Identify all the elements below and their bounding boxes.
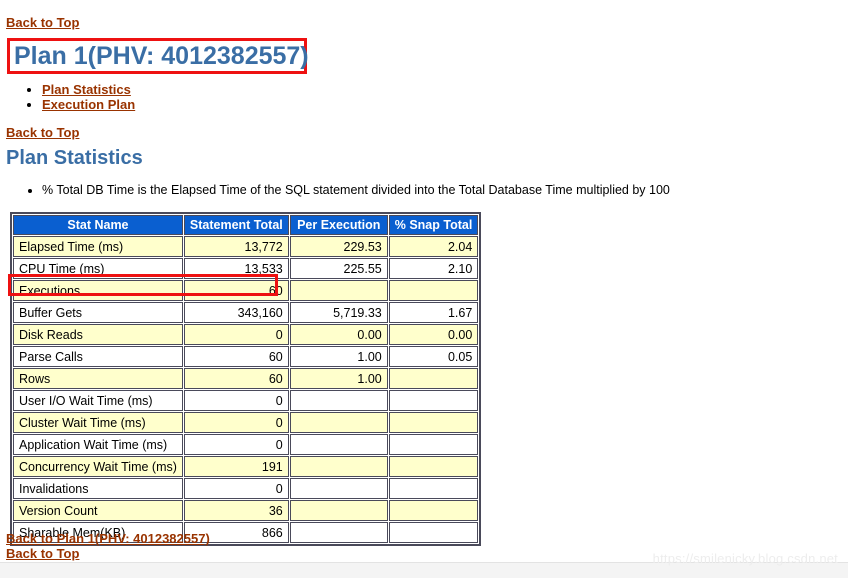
cell-statement-total: 60 bbox=[183, 368, 289, 389]
watermark-text: https://smilenicky.blog.csdn.net bbox=[652, 551, 838, 566]
cell-stat-name: Application Wait Time (ms) bbox=[13, 434, 183, 455]
cell-snap-total bbox=[388, 280, 479, 301]
cell-per-execution bbox=[289, 412, 388, 433]
cell-per-execution: 5,719.33 bbox=[289, 302, 388, 323]
table-row: Version Count 36 bbox=[13, 500, 479, 521]
column-header-stat-name: Stat Name bbox=[13, 215, 183, 235]
cell-per-execution: 225.55 bbox=[289, 258, 388, 279]
cell-per-execution: 1.00 bbox=[289, 368, 388, 389]
cell-statement-total: 0 bbox=[183, 434, 289, 455]
cell-snap-total: 0.05 bbox=[388, 346, 479, 367]
cell-stat-name: Version Count bbox=[13, 500, 183, 521]
table-header-row: Stat Name Statement Total Per Execution … bbox=[13, 215, 479, 235]
cell-per-execution bbox=[289, 478, 388, 499]
cell-statement-total: 0 bbox=[183, 324, 289, 345]
column-header-statement-total: Statement Total bbox=[183, 215, 289, 235]
cell-stat-name: Elapsed Time (ms) bbox=[13, 236, 183, 257]
cell-snap-total: 0.00 bbox=[388, 324, 479, 345]
page-title: Plan 1(PHV: 4012382557) bbox=[14, 42, 309, 70]
cell-stat-name: CPU Time (ms) bbox=[13, 258, 183, 279]
cell-snap-total bbox=[388, 500, 479, 521]
cell-per-execution bbox=[289, 456, 388, 477]
cell-per-execution: 229.53 bbox=[289, 236, 388, 257]
cell-statement-total: 13,533 bbox=[183, 258, 289, 279]
table-row: Rows 60 1.00 bbox=[13, 368, 479, 389]
cell-snap-total bbox=[388, 412, 479, 433]
cell-statement-total: 13,772 bbox=[183, 236, 289, 257]
cell-stat-name: User I/O Wait Time (ms) bbox=[13, 390, 183, 411]
cell-snap-total bbox=[388, 434, 479, 455]
table-row: Invalidations 0 bbox=[13, 478, 479, 499]
cell-snap-total bbox=[388, 478, 479, 499]
cell-per-execution bbox=[289, 500, 388, 521]
table-row: Concurrency Wait Time (ms) 191 bbox=[13, 456, 479, 477]
cell-statement-total: 60 bbox=[183, 346, 289, 367]
cell-per-execution bbox=[289, 522, 388, 543]
cell-per-execution: 0.00 bbox=[289, 324, 388, 345]
cell-stat-name: Buffer Gets bbox=[13, 302, 183, 323]
section-heading-plan-statistics: Plan Statistics bbox=[6, 147, 143, 169]
cell-statement-total: 36 bbox=[183, 500, 289, 521]
table-row: User I/O Wait Time (ms) 0 bbox=[13, 390, 479, 411]
toc-list-item: Plan Statistics bbox=[42, 82, 135, 97]
cell-statement-total: 0 bbox=[183, 390, 289, 411]
back-to-top-link-bottom[interactable]: Back to Top bbox=[6, 546, 79, 561]
cell-statement-total: 60 bbox=[183, 280, 289, 301]
cell-snap-total: 1.67 bbox=[388, 302, 479, 323]
column-header-snap-total: % Snap Total bbox=[388, 215, 479, 235]
cell-snap-total: 2.10 bbox=[388, 258, 479, 279]
cell-stat-name: Rows bbox=[13, 368, 183, 389]
cell-stat-name: Invalidations bbox=[13, 478, 183, 499]
cell-snap-total bbox=[388, 368, 479, 389]
table-row: Cluster Wait Time (ms) 0 bbox=[13, 412, 479, 433]
table-row: Application Wait Time (ms) 0 bbox=[13, 434, 479, 455]
table-row: CPU Time (ms) 13,533 225.55 2.10 bbox=[13, 258, 479, 279]
cell-stat-name: Cluster Wait Time (ms) bbox=[13, 412, 183, 433]
cell-per-execution: 1.00 bbox=[289, 346, 388, 367]
back-to-top-link-top[interactable]: Back to Top bbox=[6, 15, 79, 30]
cell-snap-total bbox=[388, 522, 479, 543]
table-row: Elapsed Time (ms) 13,772 229.53 2.04 bbox=[13, 236, 479, 257]
cell-snap-total: 2.04 bbox=[388, 236, 479, 257]
cell-snap-total bbox=[388, 390, 479, 411]
plan-statistics-table: Stat Name Statement Total Per Execution … bbox=[10, 212, 482, 546]
report-page: Back to Top Plan 1(PHV: 4012382557) Plan… bbox=[0, 0, 848, 578]
toc-link-plan-statistics[interactable]: Plan Statistics bbox=[42, 82, 131, 97]
plan-statistics-table-container: Stat Name Statement Total Per Execution … bbox=[10, 212, 482, 546]
cell-statement-total: 0 bbox=[183, 412, 289, 433]
cell-per-execution bbox=[289, 390, 388, 411]
toc-list-item: Execution Plan bbox=[42, 97, 135, 112]
table-row: Parse Calls 60 1.00 0.05 bbox=[13, 346, 479, 367]
table-row: Disk Reads 0 0.00 0.00 bbox=[13, 324, 479, 345]
note-item: % Total DB Time is the Elapsed Time of t… bbox=[42, 183, 670, 198]
table-row: Executions 60 bbox=[13, 280, 479, 301]
table-row: Buffer Gets 343,160 5,719.33 1.67 bbox=[13, 302, 479, 323]
cell-snap-total bbox=[388, 456, 479, 477]
cell-stat-name: Concurrency Wait Time (ms) bbox=[13, 456, 183, 477]
back-to-plan-link[interactable]: Back to Plan 1(PHV: 4012382557) bbox=[6, 531, 210, 546]
cell-statement-total: 0 bbox=[183, 478, 289, 499]
cell-per-execution bbox=[289, 280, 388, 301]
cell-stat-name: Executions bbox=[13, 280, 183, 301]
cell-stat-name: Disk Reads bbox=[13, 324, 183, 345]
cell-statement-total: 343,160 bbox=[183, 302, 289, 323]
notes-list: % Total DB Time is the Elapsed Time of t… bbox=[6, 183, 670, 198]
cell-statement-total: 191 bbox=[183, 456, 289, 477]
toc-link-execution-plan[interactable]: Execution Plan bbox=[42, 97, 135, 112]
table-body: Elapsed Time (ms) 13,772 229.53 2.04 CPU Tim… bbox=[13, 236, 479, 543]
cell-stat-name: Parse Calls bbox=[13, 346, 183, 367]
column-header-per-execution: Per Execution bbox=[289, 215, 388, 235]
cell-per-execution bbox=[289, 434, 388, 455]
table-of-contents: Plan Statistics Execution Plan bbox=[6, 82, 135, 112]
back-to-top-link-middle[interactable]: Back to Top bbox=[6, 125, 79, 140]
